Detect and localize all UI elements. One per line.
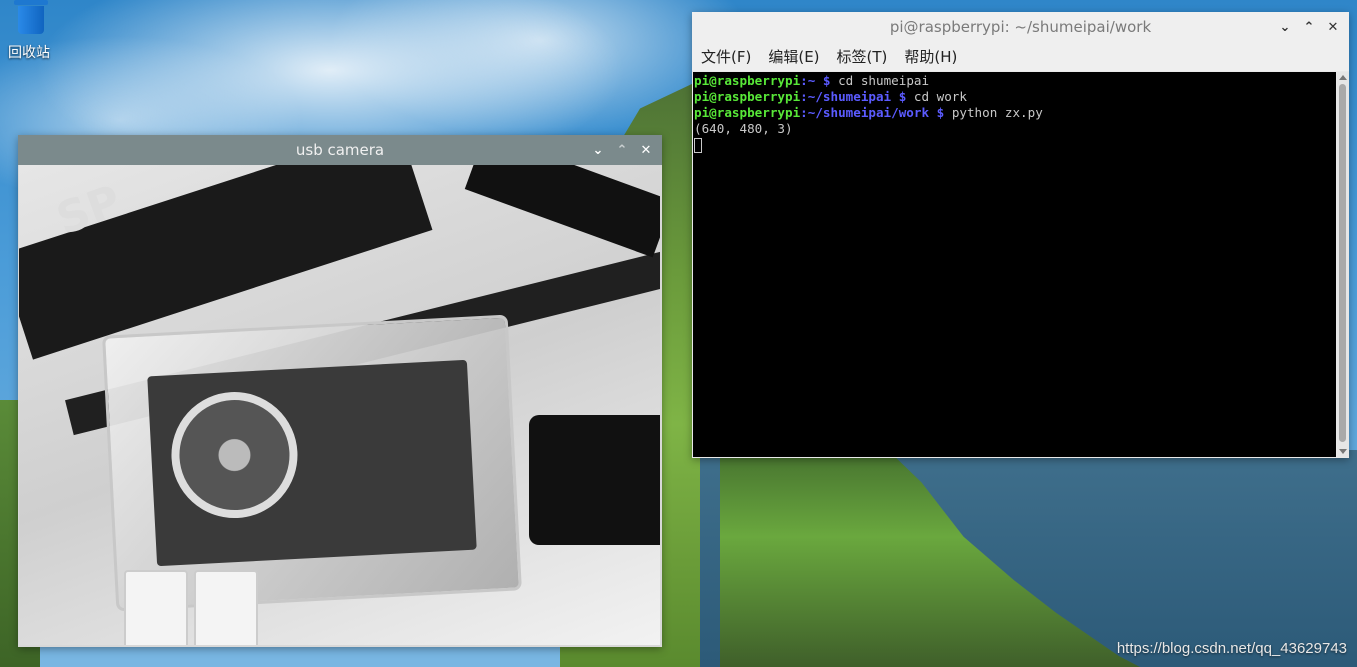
menu-edit[interactable]: 编辑(E) [768, 46, 819, 67]
raspberry-pi-case [102, 314, 522, 612]
terminal-line: pi@raspberrypi:~ $ cd shumeipai [694, 73, 930, 88]
close-icon[interactable]: ✕ [1323, 17, 1343, 37]
terminal-screen[interactable]: pi@raspberrypi:~ $ cd shumeipai pi@raspb… [693, 72, 1336, 457]
terminal-window-controls: ⌄ ⌃ ✕ [1275, 12, 1343, 42]
close-icon[interactable]: ✕ [636, 140, 656, 160]
camera-titlebar[interactable]: usb camera ⌄ ⌃ ✕ [18, 135, 662, 165]
terminal-titlebar[interactable]: pi@raspberrypi: ~/shumeipai/work ⌄ ⌃ ✕ [692, 12, 1349, 42]
terminal-window[interactable]: pi@raspberrypi: ~/shumeipai/work ⌄ ⌃ ✕ 文… [692, 12, 1349, 458]
menu-file[interactable]: 文件(F) [701, 46, 751, 67]
watermark-text: https://blog.csdn.net/qq_43629743 [1116, 640, 1347, 657]
terminal-line: pi@raspberrypi:~/shumeipai/work $ python… [694, 105, 1043, 120]
maximize-icon[interactable]: ⌃ [612, 140, 632, 160]
terminal-output: (640, 480, 3) [694, 121, 793, 136]
terminal-scrollbar[interactable] [1337, 72, 1349, 457]
camera-window-controls: ⌄ ⌃ ✕ [588, 135, 656, 165]
trash-icon [10, 0, 48, 34]
scroll-up-icon[interactable] [1339, 75, 1347, 80]
terminal-cursor-line [693, 137, 1336, 153]
minimize-icon[interactable]: ⌄ [588, 140, 608, 160]
camera-window[interactable]: usb camera ⌄ ⌃ ✕ SP [18, 135, 662, 647]
terminal-window-title: pi@raspberrypi: ~/shumeipai/work [889, 18, 1152, 36]
minimize-icon[interactable]: ⌄ [1275, 17, 1295, 37]
menu-help[interactable]: 帮助(H) [904, 46, 957, 67]
trash-label: 回收站 [8, 45, 50, 61]
terminal-menubar: 文件(F) 编辑(E) 标签(T) 帮助(H) [692, 42, 1349, 71]
cursor-icon [694, 138, 702, 153]
camera-window-title: usb camera [295, 141, 385, 159]
scroll-down-icon[interactable] [1339, 449, 1347, 454]
maximize-icon[interactable]: ⌃ [1299, 17, 1319, 37]
terminal-line: pi@raspberrypi:~/shumeipai $ cd work [694, 89, 967, 104]
menu-tabs[interactable]: 标签(T) [837, 46, 888, 67]
camera-feed-image: SP [19, 165, 660, 645]
trash-desktop-icon[interactable]: 回收站 [0, 0, 58, 62]
scrollbar-thumb[interactable] [1339, 84, 1346, 442]
